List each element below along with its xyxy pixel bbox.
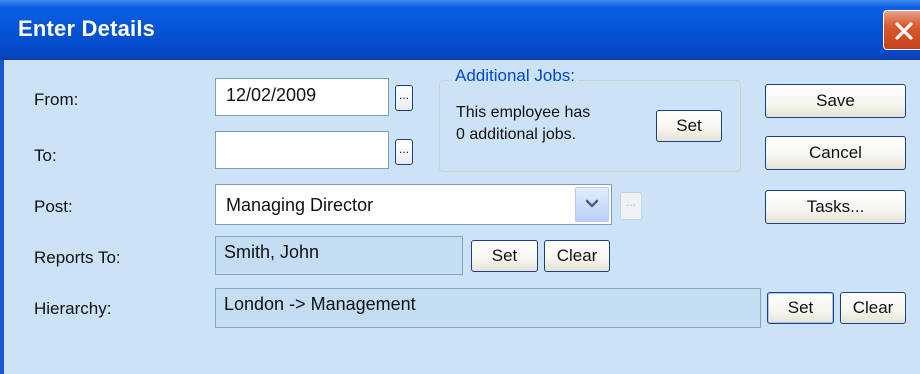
- enter-details-dialog: Enter Details From: 12/02/2009 ... To: .…: [0, 0, 920, 374]
- post-dropdown-button[interactable]: [575, 187, 609, 222]
- title-bar[interactable]: Enter Details: [0, 0, 920, 60]
- tasks-button[interactable]: Tasks...: [765, 190, 906, 224]
- to-date-browse-button[interactable]: ...: [395, 139, 413, 165]
- chevron-down-icon: [585, 199, 599, 208]
- additional-jobs-summary: This employee has 0 additional jobs.: [456, 102, 656, 146]
- from-date-field[interactable]: 12/02/2009: [215, 78, 389, 116]
- cancel-button[interactable]: Cancel: [765, 136, 906, 170]
- to-label: To:: [34, 146, 57, 165]
- reports-to-field: Smith, John: [215, 236, 463, 275]
- additional-jobs-set-button[interactable]: Set: [656, 110, 722, 142]
- from-label: From:: [34, 90, 79, 109]
- hierarchy-label: Hierarchy:: [34, 299, 112, 318]
- additional-jobs-title: Additional Jobs:: [452, 66, 579, 86]
- close-button[interactable]: [883, 10, 920, 50]
- post-browse-button[interactable]: ...: [620, 192, 642, 220]
- post-select-value: Managing Director: [226, 195, 374, 215]
- reports-to-label: Reports To:: [34, 248, 121, 267]
- post-select[interactable]: Managing Director: [215, 184, 612, 225]
- post-label: Post:: [34, 197, 73, 216]
- hierarchy-clear-button[interactable]: Clear: [840, 292, 906, 324]
- window-border: [0, 60, 4, 374]
- reports-to-set-button[interactable]: Set: [471, 240, 538, 272]
- from-date-browse-button[interactable]: ...: [395, 85, 413, 111]
- save-button[interactable]: Save: [765, 84, 906, 118]
- reports-to-clear-button[interactable]: Clear: [544, 240, 610, 272]
- close-icon: [895, 22, 913, 40]
- additional-jobs-line-2: 0 additional jobs.: [456, 126, 577, 143]
- hierarchy-set-button[interactable]: Set: [767, 292, 834, 324]
- window-title: Enter Details: [18, 16, 156, 41]
- additional-jobs-line-1: This employee has: [456, 104, 591, 121]
- to-date-field[interactable]: [215, 131, 389, 169]
- hierarchy-field: London -> Management: [215, 288, 761, 328]
